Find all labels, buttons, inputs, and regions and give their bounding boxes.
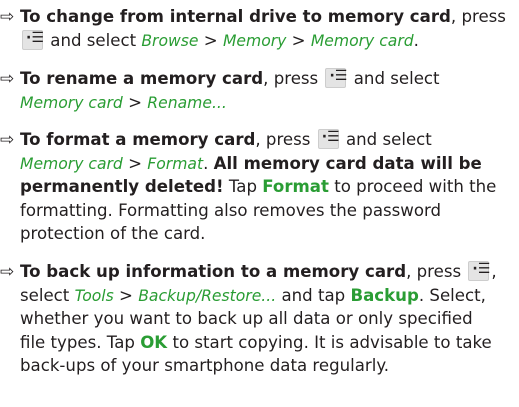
text: select — [20, 286, 70, 305]
line: To change from internal drive to memory … — [20, 5, 506, 29]
line: To back up information to a memory card,… — [20, 260, 497, 284]
format-softkey-label: Format — [262, 177, 329, 196]
menu-path-memory: Memory — [222, 32, 287, 50]
text: . — [203, 154, 209, 173]
text: , press — [263, 69, 319, 88]
manual-page: ⇨ To change from internal drive to memor… — [0, 0, 519, 407]
line: ·☰ and select Browse > Memory > Memory c… — [20, 29, 419, 54]
arrow-icon: ⇨ — [0, 130, 15, 150]
warning-text: permanently deleted! — [20, 177, 224, 196]
separator: > — [203, 31, 218, 50]
instruction-title: To back up information to a memory card — [20, 262, 407, 281]
menu-path-rename: Rename... — [147, 94, 227, 112]
line: permanently deleted! Tap Format to proce… — [20, 175, 496, 199]
line: To format a memory card, press ·☰ and se… — [20, 128, 432, 152]
instruction-title: To change from internal drive to memory … — [20, 7, 451, 26]
text: file types. Tap — [20, 333, 135, 352]
line: file types. Tap OK to start copying. It … — [20, 331, 492, 355]
instruction-title: To rename a memory card — [20, 69, 264, 88]
body-text: whether you want to back up all data or … — [20, 309, 473, 328]
body-text: back-ups of your smartphone data regular… — [20, 356, 390, 375]
line: Memory card > Format. All memory card da… — [20, 152, 482, 177]
text: and select — [50, 31, 137, 50]
text: . Select, — [418, 286, 486, 305]
text: . — [413, 31, 419, 50]
arrow-icon: ⇨ — [0, 262, 15, 282]
instruction-title: To format a memory card — [20, 130, 256, 149]
separator: > — [291, 31, 306, 50]
arrow-icon: ⇨ — [0, 69, 15, 89]
text: and tap — [281, 286, 346, 305]
text: , — [491, 262, 497, 281]
body-text: formatting. Formatting also removes the … — [20, 201, 442, 220]
ok-softkey-label: OK — [140, 333, 168, 352]
line: select Tools > Backup/Restore... and tap… — [20, 284, 486, 309]
menu-path-format: Format — [147, 155, 204, 173]
text: to start copying. It is advisable to tak… — [172, 333, 492, 352]
warning-text: All memory card data will be — [213, 154, 482, 173]
body-text: protection of the card. — [20, 224, 206, 243]
text: to proceed with the — [334, 177, 497, 196]
separator: > — [128, 93, 143, 112]
text: and select — [353, 69, 440, 88]
arrow-icon: ⇨ — [0, 7, 15, 27]
text: , press — [406, 262, 462, 281]
backup-softkey-label: Backup — [350, 286, 419, 305]
text: Tap — [228, 177, 257, 196]
text: , press — [255, 130, 311, 149]
menu-path-memory-card: Memory card — [310, 32, 414, 50]
menu-path-backup-restore: Backup/Restore... — [138, 287, 277, 305]
menu-key-icon: ·☰ — [22, 30, 44, 50]
menu-path-browse: Browse — [141, 32, 199, 50]
menu-path-tools: Tools — [74, 287, 114, 305]
separator: > — [128, 154, 143, 173]
separator: > — [119, 286, 133, 305]
menu-path-memory-card: Memory card — [20, 155, 123, 173]
menu-key-icon: ·☰ — [325, 68, 347, 88]
text: , press — [450, 7, 506, 26]
text: and select — [345, 130, 432, 149]
line: To rename a memory card, press ·☰ and se… — [20, 67, 440, 91]
menu-key-icon: ·☰ — [317, 129, 340, 149]
menu-key-icon: ·☰ — [468, 261, 490, 281]
menu-path-memory-card: Memory card — [20, 94, 123, 112]
line: Memory card > Rename... — [20, 91, 227, 116]
